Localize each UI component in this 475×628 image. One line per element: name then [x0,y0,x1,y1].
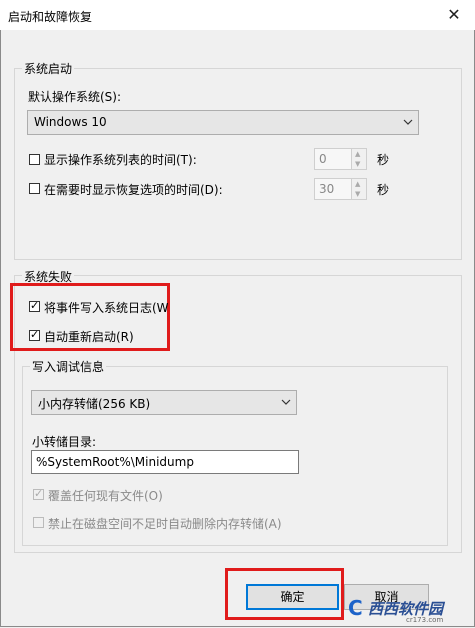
overwrite-checkbox[interactable] [33,487,44,500]
spin-up-icon[interactable]: ▲ [355,150,360,158]
show-os-list-spinner[interactable]: ▲ ▼ [351,148,367,170]
watermark-logo: C 西西软件园 cr173.com [348,594,470,624]
chevron-down-icon [402,112,414,135]
show-recovery-spinner[interactable]: ▲ ▼ [351,178,367,200]
write-event-label: 将事件写入系统日志(W) [44,301,168,315]
disable-auto-delete-label: 禁止在磁盘空间不足时自动删除内存转储(A) [48,517,282,531]
debug-info-legend: 写入调试信息 [30,358,107,375]
show-os-list-checkbox[interactable] [29,154,40,165]
watermark-icon: C [348,596,363,620]
dump-dir-input[interactable]: %SystemRoot%\Minidump [31,450,299,474]
overwrite-label: 覆盖任何现有文件(O) [48,489,163,503]
spin-down-icon[interactable]: ▼ [355,160,360,168]
dump-type-value: 小内存转储(256 KB) [38,397,151,411]
write-event-checkbox[interactable] [29,299,40,312]
window-title: 启动和故障恢复 [8,10,93,24]
show-recovery-seconds-value: 30 [319,182,335,196]
auto-restart-label: 自动重新启动(R) [44,330,134,344]
show-recovery-checkbox[interactable] [29,183,40,194]
disable-auto-delete-checkbox[interactable] [33,517,44,528]
spin-up-icon[interactable]: ▲ [355,180,360,188]
spin-down-icon[interactable]: ▼ [355,190,360,198]
show-os-list-label: 显示操作系统列表的时间(T): [44,153,197,167]
watermark-subtext: cr173.com [406,616,444,624]
dump-type-select[interactable]: 小内存转储(256 KB) [31,390,297,415]
default-os-value: Windows 10 [34,115,107,129]
highlight-box-ok [225,568,344,620]
default-os-label: 默认操作系统(S): [28,90,122,104]
show-recovery-label: 在需要时显示恢复选项的时间(D): [44,183,223,197]
show-recovery-unit: 秒 [377,183,390,197]
chevron-down-icon [280,392,292,415]
title-bar: 启动和故障恢复 ✕ [0,0,475,30]
dump-dir-value: %SystemRoot%\Minidump [36,455,194,469]
dump-dir-label: 小转储目录: [32,435,97,449]
default-os-select[interactable]: Windows 10 [27,110,419,135]
auto-restart-checkbox[interactable] [29,328,40,341]
startup-group-legend: 系统启动 [22,60,75,77]
show-os-list-seconds-value: 0 [319,152,327,166]
close-icon[interactable]: ✕ [444,5,464,25]
show-os-list-unit: 秒 [377,153,390,167]
